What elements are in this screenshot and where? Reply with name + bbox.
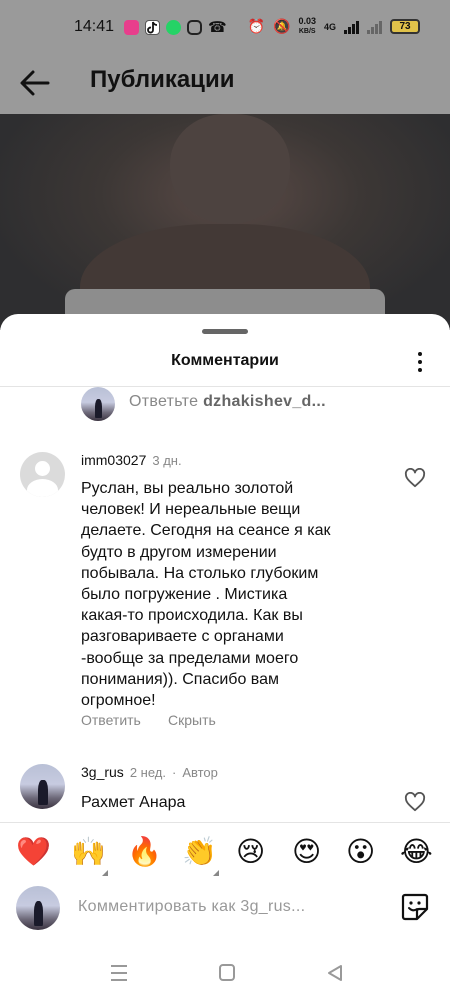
battery-indicator: 73 xyxy=(390,19,420,34)
reply-button[interactable]: Ответить xyxy=(81,712,141,728)
instagram-lite-icon xyxy=(124,19,139,35)
network-speed-unit: KB/S xyxy=(298,28,316,35)
mute-icon: 🔕 xyxy=(273,18,291,35)
comment-composer: Комментировать как 3g_rus... xyxy=(0,886,450,946)
skin-tone-indicator xyxy=(102,870,108,876)
comment-line: человек! И нереальные вещи xyxy=(81,501,301,519)
avatar-default[interactable] xyxy=(20,452,65,497)
status-bar: 14:41 ☎ ⏰ 🔕 0.03 KB/S 4G 73 xyxy=(0,0,450,56)
comment-line: разговариваете с органами xyxy=(81,628,284,646)
hide-button[interactable]: Скрыть xyxy=(168,712,216,728)
home-icon[interactable] xyxy=(219,964,235,981)
alarm-icon: ⏰ xyxy=(247,18,266,35)
comment-item: 3g_rus 2 нед. · Автор Рахмет Анара xyxy=(0,754,450,824)
comment-input[interactable]: Комментировать как 3g_rus... xyxy=(78,898,305,916)
signal-icon xyxy=(344,20,359,34)
drag-handle[interactable] xyxy=(202,329,248,334)
page-title: Публикации xyxy=(90,66,235,93)
whatsapp-icon xyxy=(166,19,181,35)
comment-header: 3g_rus 2 нед. · Автор xyxy=(81,764,218,782)
emoji-raised-hands[interactable]: 🙌 xyxy=(71,835,106,869)
comment-line: какая-то происходила. Как вы xyxy=(81,607,303,625)
sticker-icon[interactable] xyxy=(400,892,430,922)
emoji-crying[interactable]: 😢 xyxy=(236,835,265,869)
more-options-icon[interactable] xyxy=(410,350,430,374)
comment-time: 2 нед. xyxy=(129,765,166,780)
post-photo xyxy=(0,114,450,330)
network-speed: 0.03 KB/S xyxy=(298,17,316,36)
dot-separator: · xyxy=(171,765,177,780)
notification-icons: ☎ xyxy=(124,18,227,36)
back-triangle-icon[interactable] xyxy=(326,964,344,982)
system-status: ⏰ 🔕 0.03 KB/S 4G 73 xyxy=(248,17,420,36)
emoji-reaction-bar: ❤️ 🙌 🔥 👏 😢 😍 😮 😂 xyxy=(0,822,450,886)
emoji-clap[interactable]: 👏 xyxy=(182,835,217,869)
app-header: Публикации xyxy=(0,56,450,114)
like-heart-icon[interactable] xyxy=(404,792,426,812)
call-icon: ☎ xyxy=(208,19,227,36)
avatar xyxy=(81,387,115,421)
signal-label: 4G xyxy=(323,21,336,32)
comments-title: Комментарии xyxy=(171,352,279,369)
emoji-laughing[interactable]: 😂 xyxy=(400,835,433,869)
comment-text: Руслан, вы реально золотой человек! И не… xyxy=(81,478,381,711)
comment-line: Руслан, вы реально золотой xyxy=(81,480,294,497)
comment-item: imm03027 3 дн. Руслан, вы реально золотой… xyxy=(0,442,450,742)
network-speed-value: 0.03 xyxy=(298,16,316,26)
tiktok-icon xyxy=(145,19,160,35)
comment-line: делаете. Сегодня на сеансе я как xyxy=(81,522,331,540)
replying-to-prefix: Ответьте xyxy=(129,393,199,410)
emoji-heart-eyes[interactable]: 😍 xyxy=(292,835,321,869)
status-time: 14:41 xyxy=(74,18,115,35)
replying-to-label: Ответьте dzhakishev_d... xyxy=(129,393,326,411)
photo-person-head xyxy=(170,114,290,224)
comment-line: побывала. На столько глубоким xyxy=(81,564,319,582)
comment-header: imm03027 3 дн. xyxy=(81,452,182,470)
comment-line: будто в другом измерении xyxy=(81,543,277,561)
comment-line: понимания)). Спасибо вам xyxy=(81,670,279,688)
back-arrow-icon[interactable] xyxy=(18,68,52,98)
comment-line: огромное! xyxy=(81,692,156,710)
emoji-surprised[interactable]: 😮 xyxy=(346,835,375,869)
emoji-heart[interactable]: ❤️ xyxy=(16,835,51,869)
signal-icon-2 xyxy=(367,20,382,34)
comment-time: 3 дн. xyxy=(152,453,182,468)
comment-line: было погружение . Мистика xyxy=(81,586,288,604)
comment-text: Рахмет Анара xyxy=(81,794,186,811)
replying-to-user: dzhakishev_d... xyxy=(203,393,326,410)
emoji-fire[interactable]: 🔥 xyxy=(127,835,162,869)
avatar[interactable] xyxy=(20,764,65,809)
comment-username[interactable]: imm03027 xyxy=(81,452,146,468)
like-heart-icon[interactable] xyxy=(404,468,426,488)
replying-to-bar[interactable]: Ответьте dzhakishev_d... xyxy=(0,387,450,427)
instagram-icon xyxy=(187,19,202,35)
comment-username[interactable]: 3g_rus xyxy=(81,764,124,780)
comment-line: -вообще за пределами моего xyxy=(81,649,299,667)
author-badge: Автор xyxy=(182,765,218,780)
skin-tone-indicator xyxy=(213,870,219,876)
system-nav-bar xyxy=(0,950,450,1000)
my-avatar xyxy=(16,886,60,930)
recent-apps-icon[interactable] xyxy=(111,965,127,981)
